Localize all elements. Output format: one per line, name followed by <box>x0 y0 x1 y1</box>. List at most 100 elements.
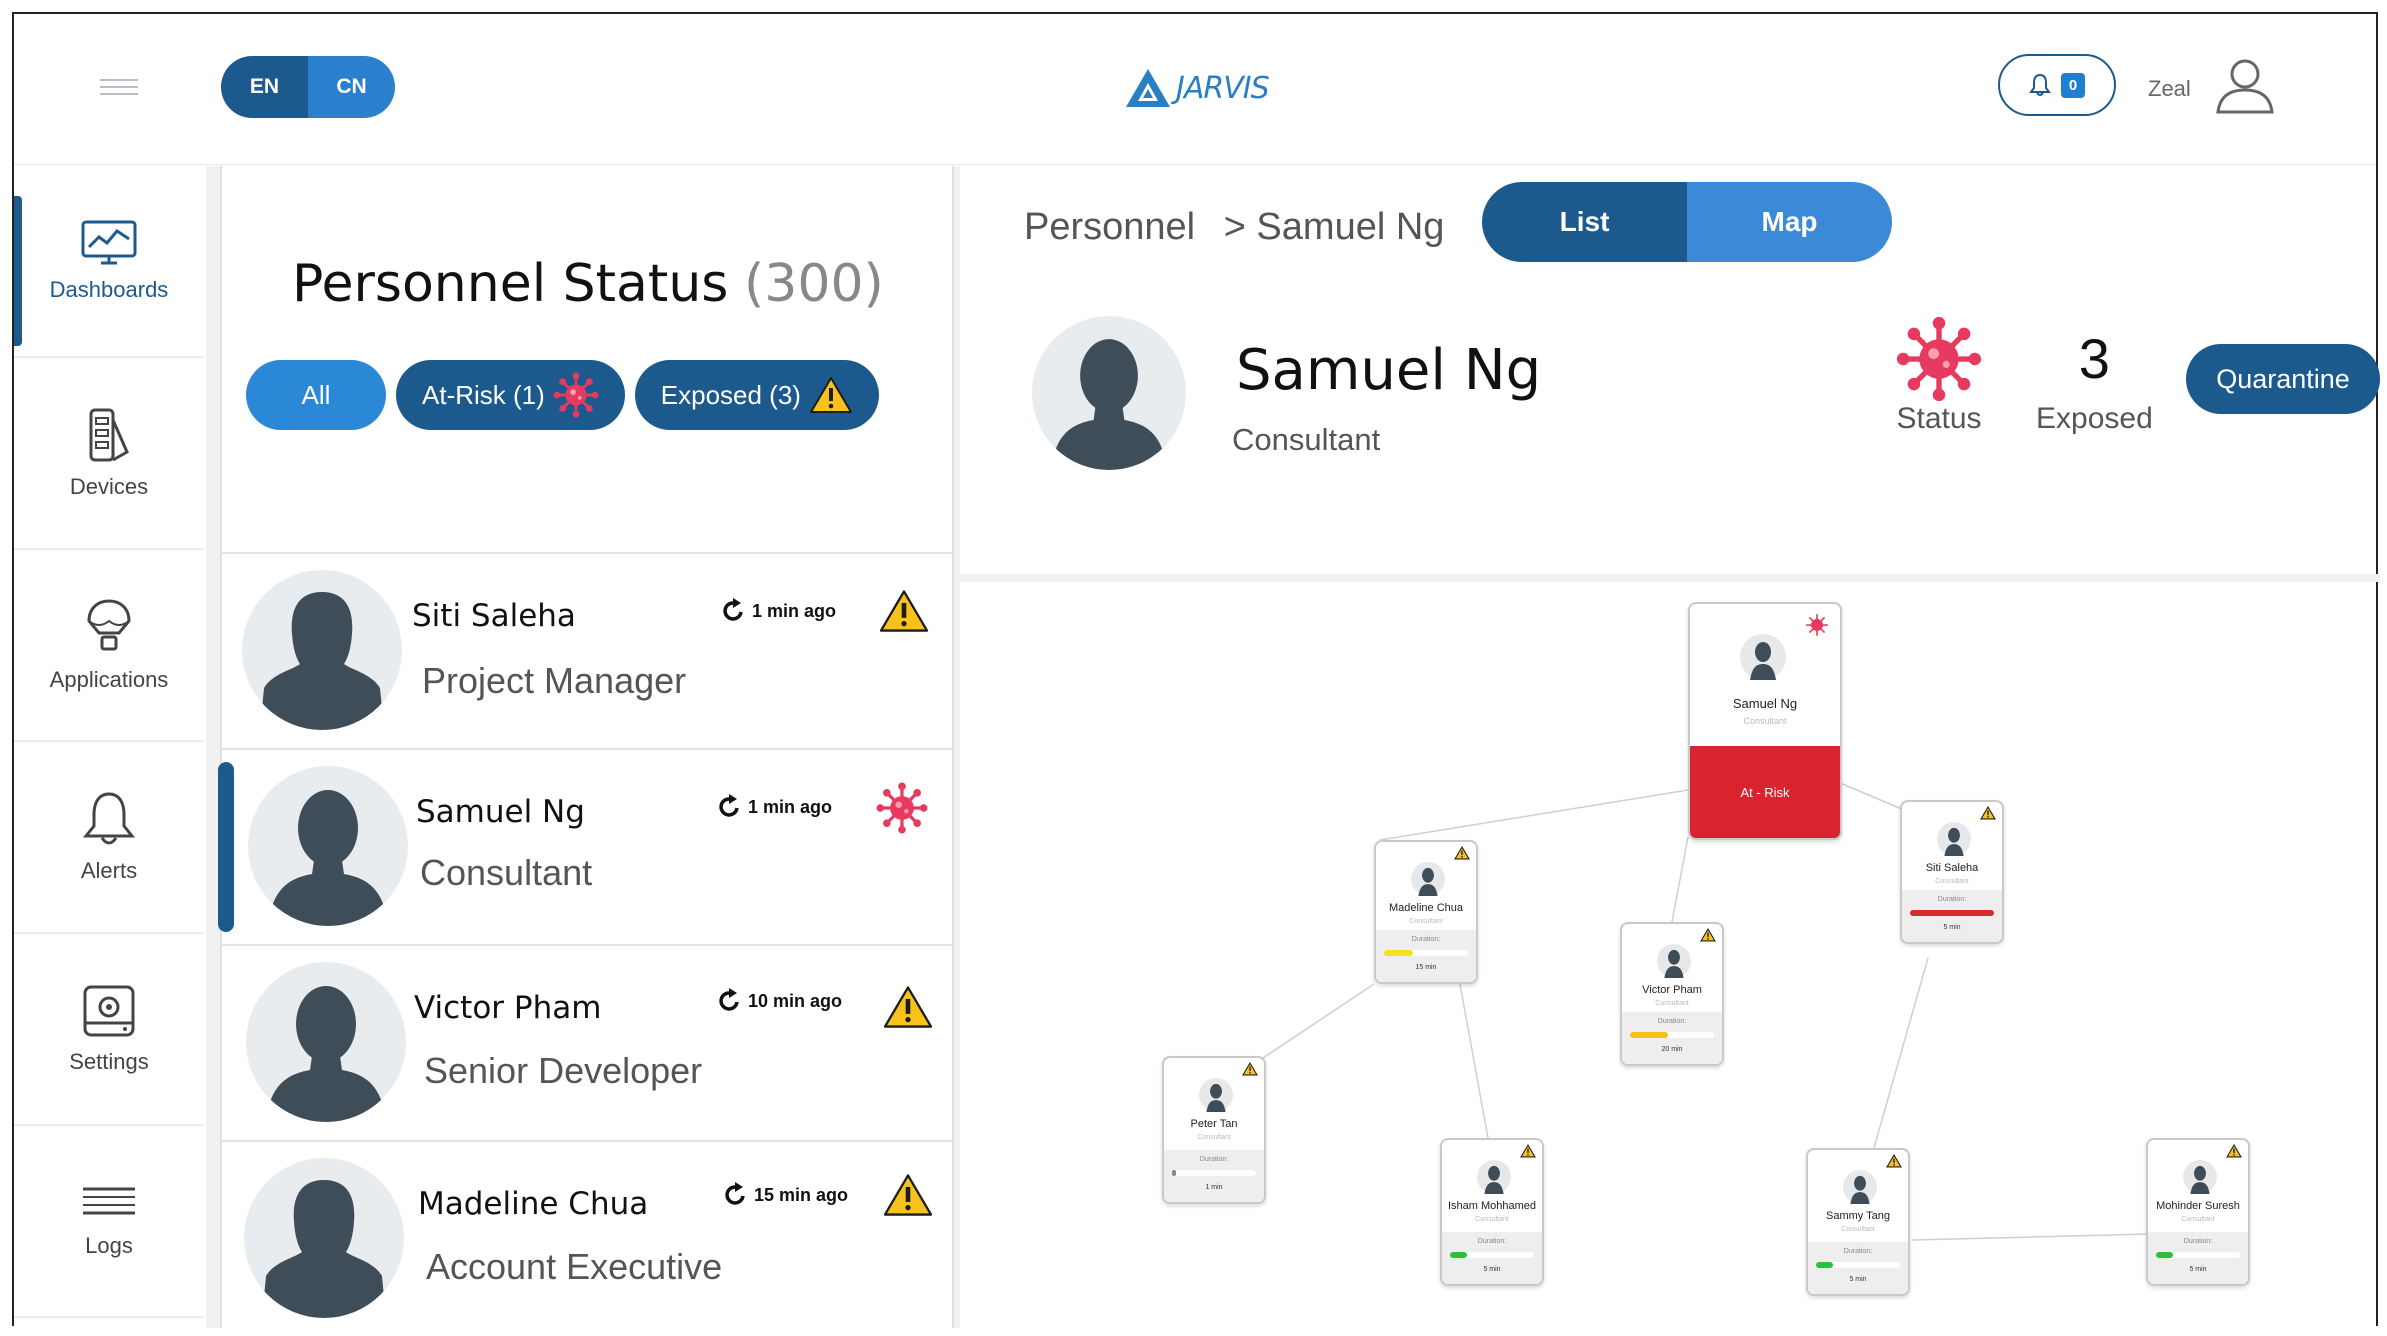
graph-node[interactable]: Peter Tan Consultant Duration: 1 min <box>1162 1056 1266 1204</box>
male-avatar-icon <box>1843 1170 1877 1204</box>
male-avatar-icon <box>1477 1160 1511 1194</box>
warning-icon <box>1886 1154 1902 1168</box>
node-role: Consultant <box>1655 1000 1689 1007</box>
avatar <box>246 962 406 1122</box>
node-name: Siti Saleha <box>1925 862 1979 874</box>
male-avatar-icon <box>266 986 386 1122</box>
panel-title: Personnel Status <box>292 254 729 314</box>
node-name: Mohinder Suresh <box>2156 1200 2240 1212</box>
male-avatar-icon <box>1937 822 1971 856</box>
personnel-status-panel: Personnel Status (300) All At-Risk (1) E… <box>218 166 954 1328</box>
list-item[interactable]: Samuel Ng Consultant 1 min ago <box>218 748 952 944</box>
filter-all-button[interactable]: All <box>246 360 386 430</box>
lang-en-button[interactable]: EN <box>221 56 308 118</box>
duration-bar-fill <box>1630 1032 1668 1038</box>
status-filters: All At-Risk (1) Exposed (3) <box>246 360 879 430</box>
duration-label: Duration: <box>2183 1238 2213 1245</box>
breadcrumb-root[interactable]: Personnel <box>1024 206 1195 248</box>
duration-label: Duration: <box>1411 936 1441 943</box>
quarantine-button[interactable]: Quarantine <box>2186 344 2380 414</box>
graph-node[interactable]: Madeline Chua Consultant Duration: 15 min <box>1374 840 1478 984</box>
duration-bar-fill <box>1172 1170 1177 1176</box>
warning-icon <box>1520 1144 1536 1158</box>
graph-node[interactable]: Sammy Tang Consultant Duration: 5 min <box>1806 1148 1910 1296</box>
duration-label: Duration: <box>1843 1248 1873 1255</box>
list-view-button[interactable]: List <box>1482 182 1687 262</box>
male-avatar-icon <box>1411 862 1445 896</box>
notifications-button[interactable]: 0 <box>1998 54 2116 116</box>
jarvis-logo: JARVIS <box>1124 67 1270 109</box>
breadcrumb: Personnel > Samuel Ng <box>1024 206 1444 249</box>
person-name: Samuel Ng <box>416 794 585 830</box>
divider <box>960 574 2380 582</box>
personnel-list: Siti Saleha Project Manager 1 min ago Sa… <box>218 552 952 1336</box>
sidebar-item-settings[interactable]: Settings <box>14 934 204 1126</box>
sidebar-item-label: Alerts <box>80 858 138 883</box>
graph-node[interactable]: Siti Saleha Consultant Duration: 5 min <box>1900 800 2004 944</box>
duration-value: 15 min <box>1415 964 1437 971</box>
person-role: Project Manager <box>422 660 687 701</box>
sidebar-item-alerts[interactable]: Alerts <box>14 742 204 934</box>
map-view-button[interactable]: Map <box>1687 182 1892 262</box>
person-role: Senior Developer <box>424 1050 703 1091</box>
warning-icon <box>1700 928 1716 942</box>
breadcrumb-current: > Samuel Ng <box>1223 206 1445 248</box>
monitor-chart-icon <box>81 220 137 265</box>
graph-edge <box>1259 983 1375 1061</box>
view-toggle[interactable]: List Map <box>1482 182 1892 262</box>
sidebar-item-label: Devices <box>69 474 149 499</box>
graph-node[interactable]: Victor Pham Consultant Duration: 20 min <box>1620 922 1724 1066</box>
sidebar-item-label: Dashboards <box>49 277 169 302</box>
balloon-icon <box>87 599 131 651</box>
filter-exposed-button[interactable]: Exposed (3) <box>634 360 879 430</box>
graph-node[interactable]: Isham Mohhamed Consultant Duration: 5 min <box>1440 1138 1544 1286</box>
duration-label: Duration: <box>1199 1156 1229 1163</box>
list-item[interactable]: Siti Saleha Project Manager 1 min ago <box>222 552 952 748</box>
node-role: Consultant <box>1197 1134 1231 1141</box>
list-item[interactable]: Victor Pham Senior Developer 10 min ago <box>222 944 952 1140</box>
user-profile-icon[interactable] <box>2214 54 2276 116</box>
avatar <box>1032 316 1186 470</box>
warning-icon <box>879 590 929 632</box>
refresh-icon <box>723 598 743 621</box>
bell-icon <box>82 792 136 845</box>
warning-icon <box>883 1174 933 1216</box>
sidebar-item-applications[interactable]: Applications <box>14 550 204 742</box>
language-switch[interactable]: EN CN <box>221 56 395 118</box>
exposed-label: Exposed <box>2036 402 2153 435</box>
sidebar-item-dashboards[interactable]: Dashboards <box>14 166 204 358</box>
graph-node-center[interactable]: Samuel Ng Consultant At - Risk <box>1688 602 1842 840</box>
graph-edge <box>1873 957 1929 1149</box>
graph-node[interactable]: Mohinder Suresh Consultant Duration: 5 min <box>2146 1138 2250 1286</box>
female-avatar-icon <box>260 592 384 730</box>
personnel-count: (300) <box>744 254 884 314</box>
menu-toggle-icon[interactable] <box>100 74 138 104</box>
graph-edge <box>1911 1233 2151 1241</box>
at-risk-banner: At - Risk <box>1690 746 1840 838</box>
sidebar-item-logs[interactable]: Logs <box>14 1126 204 1318</box>
last-update-text: 1 min ago <box>748 796 833 817</box>
duration-bar-fill <box>1816 1262 1833 1268</box>
node-duration-section: Duration: 5 min <box>1902 890 2002 942</box>
contact-graph: Samuel Ng Consultant At - Risk Madeline … <box>960 582 2380 1328</box>
logs-icon <box>83 1187 135 1215</box>
sidebar-item-devices[interactable]: Devices <box>14 358 204 550</box>
settings-disk-icon <box>83 985 135 1037</box>
node-role: Consultant <box>1841 1226 1875 1233</box>
refresh-icon <box>725 1182 745 1205</box>
node-name: Peter Tan <box>1190 1118 1238 1130</box>
lang-cn-button[interactable]: CN <box>308 56 395 118</box>
last-update: 1 min ago <box>718 794 832 820</box>
duration-value: 5 min <box>1943 924 1961 931</box>
duration-bar <box>1630 1032 1714 1038</box>
filter-at-risk-button[interactable]: At-Risk (1) <box>396 360 625 430</box>
warning-icon <box>1242 1062 1258 1076</box>
list-item[interactable]: Madeline Chua Account Executive 15 min a… <box>222 1140 952 1336</box>
node-name: Victor Pham <box>1642 984 1702 996</box>
node-duration-section: Duration: 5 min <box>1442 1232 1542 1284</box>
node-role: Consultant <box>1409 918 1443 925</box>
person-name: Siti Saleha <box>412 598 576 634</box>
male-avatar-icon <box>1051 339 1167 470</box>
node-role: Consultant <box>1743 716 1787 726</box>
duration-value: 5 min <box>1849 1276 1867 1283</box>
